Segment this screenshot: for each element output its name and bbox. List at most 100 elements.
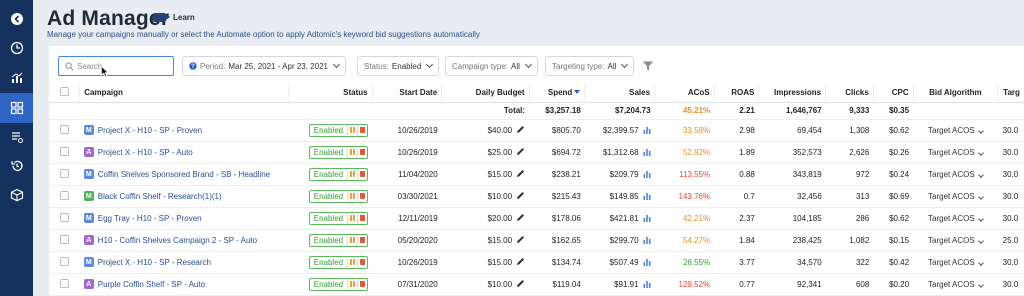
pause-icon[interactable] <box>347 278 357 290</box>
targeting-type-filter[interactable]: Targeting type: All <box>545 56 635 76</box>
bar-chart-icon[interactable] <box>643 126 651 134</box>
pause-icon[interactable] <box>347 256 357 268</box>
back-arrow-icon[interactable] <box>0 7 33 31</box>
col-status[interactable]: Status <box>288 84 373 103</box>
status-toggle[interactable]: Enabled <box>308 189 369 203</box>
bar-chart-icon[interactable] <box>643 236 651 244</box>
status-filter[interactable]: Status: Enabled <box>357 56 440 76</box>
col-start-date[interactable]: Start Date <box>372 84 443 103</box>
learn-link[interactable]: Learn <box>153 13 195 22</box>
table-row[interactable]: A H10 - Coffin Shelves Campaign 2 - SP -… <box>49 229 1024 252</box>
status-toggle[interactable]: Enabled <box>308 123 369 137</box>
status-toggle[interactable]: Enabled <box>308 211 369 225</box>
trash-icon[interactable] <box>357 168 367 180</box>
table-row[interactable]: M Project X - H10 - SP - Research Enable… <box>49 251 1024 274</box>
table-row[interactable]: A Project X - H10 - SP - Auto Enabled 10… <box>49 141 1024 164</box>
period-filter[interactable]: ? Period: Mar 25, 2021 - Apr 23, 2021 <box>182 56 346 76</box>
col-impressions[interactable]: Impressions <box>758 84 827 103</box>
col-bid-algorithm[interactable]: Bid Algorithm <box>913 84 999 103</box>
campaign-link[interactable]: A H10 - Coffin Shelves Campaign 2 - SP -… <box>83 235 285 245</box>
col-daily-budget[interactable]: Daily Budget <box>441 84 530 103</box>
pencil-edit-icon[interactable] <box>516 169 525 178</box>
campaign-link[interactable]: A Purple Coffin Shelf - SP - Auto <box>83 279 285 289</box>
bar-chart-icon[interactable] <box>643 192 651 200</box>
status-toggle[interactable]: Enabled <box>308 255 369 269</box>
filter-funnel-icon[interactable] <box>642 60 654 72</box>
table-row[interactable]: M Project X - H10 - SP - Proven Enabled … <box>49 119 1024 142</box>
select-all-checkbox[interactable] <box>59 87 69 97</box>
row-checkbox[interactable] <box>59 168 69 178</box>
col-acos[interactable]: ACoS <box>654 84 715 103</box>
campaign-link[interactable]: M Egg Tray - H10 - SP - Proven <box>83 213 285 223</box>
pause-icon[interactable] <box>347 212 357 224</box>
row-checkbox[interactable] <box>59 256 69 266</box>
pencil-edit-icon[interactable] <box>516 279 525 288</box>
bid-algorithm-select[interactable]: Target ACOS <box>928 170 984 179</box>
row-checkbox[interactable] <box>59 190 69 200</box>
row-checkbox[interactable] <box>59 278 69 288</box>
bid-algorithm-select[interactable]: Target ACOS <box>928 258 984 267</box>
bar-chart-icon[interactable] <box>643 258 651 266</box>
row-checkbox[interactable] <box>59 212 69 222</box>
bar-chart-icon[interactable] <box>643 280 651 288</box>
table-row[interactable]: M Black Coffin Shelf - Research(1)(1) En… <box>49 185 1024 208</box>
table-row[interactable]: M Egg Tray - H10 - SP - Proven Enabled 1… <box>49 207 1024 230</box>
bid-algorithm-select[interactable]: Target ACOS <box>928 214 984 223</box>
pause-icon[interactable] <box>347 168 357 180</box>
dashboard-clock-icon[interactable] <box>0 36 33 60</box>
search-input[interactable] <box>77 61 172 71</box>
campaign-link[interactable]: M Coffin Shelves Sponsored Brand - SB - … <box>83 169 285 179</box>
pause-icon[interactable] <box>347 146 357 158</box>
row-checkbox[interactable] <box>59 146 69 156</box>
bar-chart-icon[interactable] <box>643 148 651 156</box>
bid-algorithm-select[interactable]: Target ACOS <box>928 192 984 201</box>
pencil-edit-icon[interactable] <box>516 125 525 134</box>
col-roas[interactable]: ROAS <box>714 84 760 103</box>
status-toggle[interactable]: Enabled <box>308 145 369 159</box>
pencil-edit-icon[interactable] <box>516 191 525 200</box>
bid-algorithm-select[interactable]: Target ACOS <box>928 148 984 157</box>
campaign-link[interactable]: M Project X - H10 - SP - Research <box>83 257 285 267</box>
box-icon[interactable] <box>0 183 33 207</box>
trash-icon[interactable] <box>357 278 367 290</box>
analytics-icon[interactable] <box>0 66 33 90</box>
trash-icon[interactable] <box>357 234 367 246</box>
history-icon[interactable] <box>0 154 33 178</box>
trash-icon[interactable] <box>357 124 367 136</box>
trash-icon[interactable] <box>357 190 367 202</box>
bid-algorithm-select[interactable]: Target ACOS <box>928 280 984 289</box>
pause-icon[interactable] <box>347 124 357 136</box>
pause-icon[interactable] <box>347 234 357 246</box>
trash-icon[interactable] <box>357 146 367 158</box>
col-cpc[interactable]: CPC <box>873 84 914 103</box>
bid-algorithm-select[interactable]: Target ACOS <box>928 236 984 245</box>
bar-chart-icon[interactable] <box>643 170 651 178</box>
campaign-link[interactable]: M Black Coffin Shelf - Research(1)(1) <box>83 191 285 201</box>
row-checkbox[interactable] <box>59 124 69 134</box>
trash-icon[interactable] <box>357 256 367 268</box>
table-row[interactable]: M Coffin Shelves Sponsored Brand - SB - … <box>49 163 1024 186</box>
table-row[interactable]: A Purple Coffin Shelf - SP - Auto Enable… <box>49 273 1024 296</box>
trash-icon[interactable] <box>357 212 367 224</box>
status-toggle[interactable]: Enabled <box>308 167 369 181</box>
pencil-edit-icon[interactable] <box>516 257 525 266</box>
pencil-edit-icon[interactable] <box>516 235 525 244</box>
rules-list-icon[interactable] <box>0 125 33 149</box>
pencil-edit-icon[interactable] <box>516 213 525 222</box>
campaign-type-filter[interactable]: Campaign type: All <box>445 56 538 76</box>
row-checkbox[interactable] <box>59 234 69 244</box>
col-campaign[interactable]: Campaign <box>79 84 289 103</box>
campaign-link[interactable]: M Project X - H10 - SP - Proven <box>83 125 285 135</box>
pencil-edit-icon[interactable] <box>516 147 525 156</box>
status-toggle[interactable]: Enabled <box>308 277 369 291</box>
pause-icon[interactable] <box>347 190 357 202</box>
search-box[interactable] <box>58 56 174 76</box>
grid-icon[interactable] <box>0 93 33 123</box>
col-clicks[interactable]: Clicks <box>825 84 874 103</box>
campaign-link[interactable]: A Project X - H10 - SP - Auto <box>83 147 285 157</box>
col-spend[interactable]: Spend <box>529 84 586 103</box>
col-target[interactable]: Targ <box>997 84 1024 103</box>
bid-algorithm-select[interactable]: Target ACOS <box>928 126 984 135</box>
status-toggle[interactable]: Enabled <box>308 233 369 247</box>
bar-chart-icon[interactable] <box>643 214 651 222</box>
